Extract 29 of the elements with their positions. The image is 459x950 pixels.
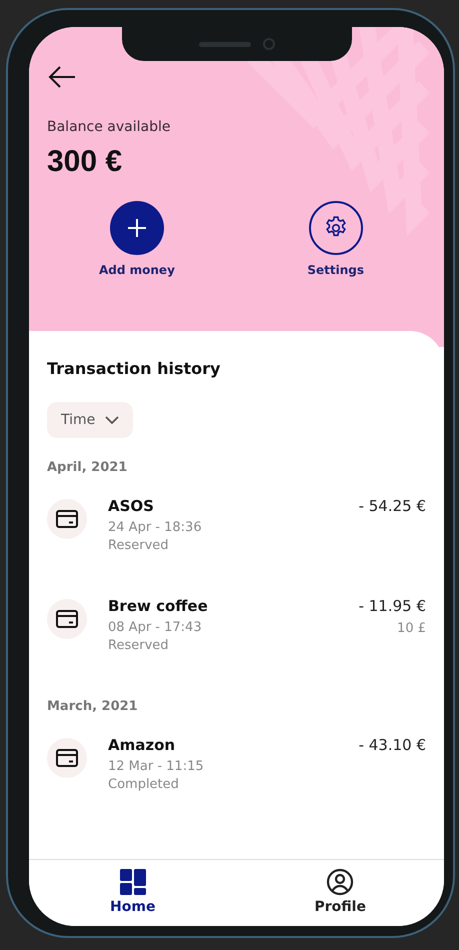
- transaction-amount: - 54.25 €: [358, 497, 426, 515]
- month-heading: April, 2021: [47, 460, 128, 475]
- section-title: Transaction history: [47, 359, 222, 378]
- transaction-status: Completed: [108, 777, 180, 792]
- grid-icon: [118, 868, 147, 896]
- time-filter-dropdown[interactable]: Time: [47, 402, 134, 438]
- transaction-amount: - 43.10 €: [358, 736, 426, 754]
- card-icon: [47, 599, 87, 639]
- balance-amount: 300 €: [47, 145, 124, 179]
- merchant-name: Amazon: [108, 736, 176, 754]
- profile-icon: [326, 868, 354, 896]
- nav-tab[interactable]: Home: [29, 860, 236, 926]
- card-icon: [47, 738, 87, 778]
- transaction-status: Reserved: [108, 538, 170, 553]
- transaction-datetime: 12 Mar - 11:15: [108, 759, 205, 774]
- transaction-datetime: 08 Apr - 17:43: [108, 620, 203, 635]
- chevron-down-icon: [105, 416, 120, 424]
- transaction-status: Reserved: [108, 638, 170, 653]
- merchant-name: ASOS: [108, 497, 155, 515]
- transaction-amount: - 11.95 €: [358, 597, 426, 615]
- transaction-datetime: 24 Apr - 18:36: [108, 520, 203, 535]
- card-icon: [47, 499, 87, 539]
- month-heading: March, 2021: [47, 699, 139, 714]
- merchant-name: Brew coffee: [108, 597, 209, 615]
- nav-tab[interactable]: Profile: [236, 860, 444, 926]
- balance-label: Balance available: [47, 119, 172, 135]
- plus-icon: [126, 217, 148, 239]
- back-arrow-icon[interactable]: [47, 65, 77, 89]
- original-amount: 10 £: [397, 621, 426, 636]
